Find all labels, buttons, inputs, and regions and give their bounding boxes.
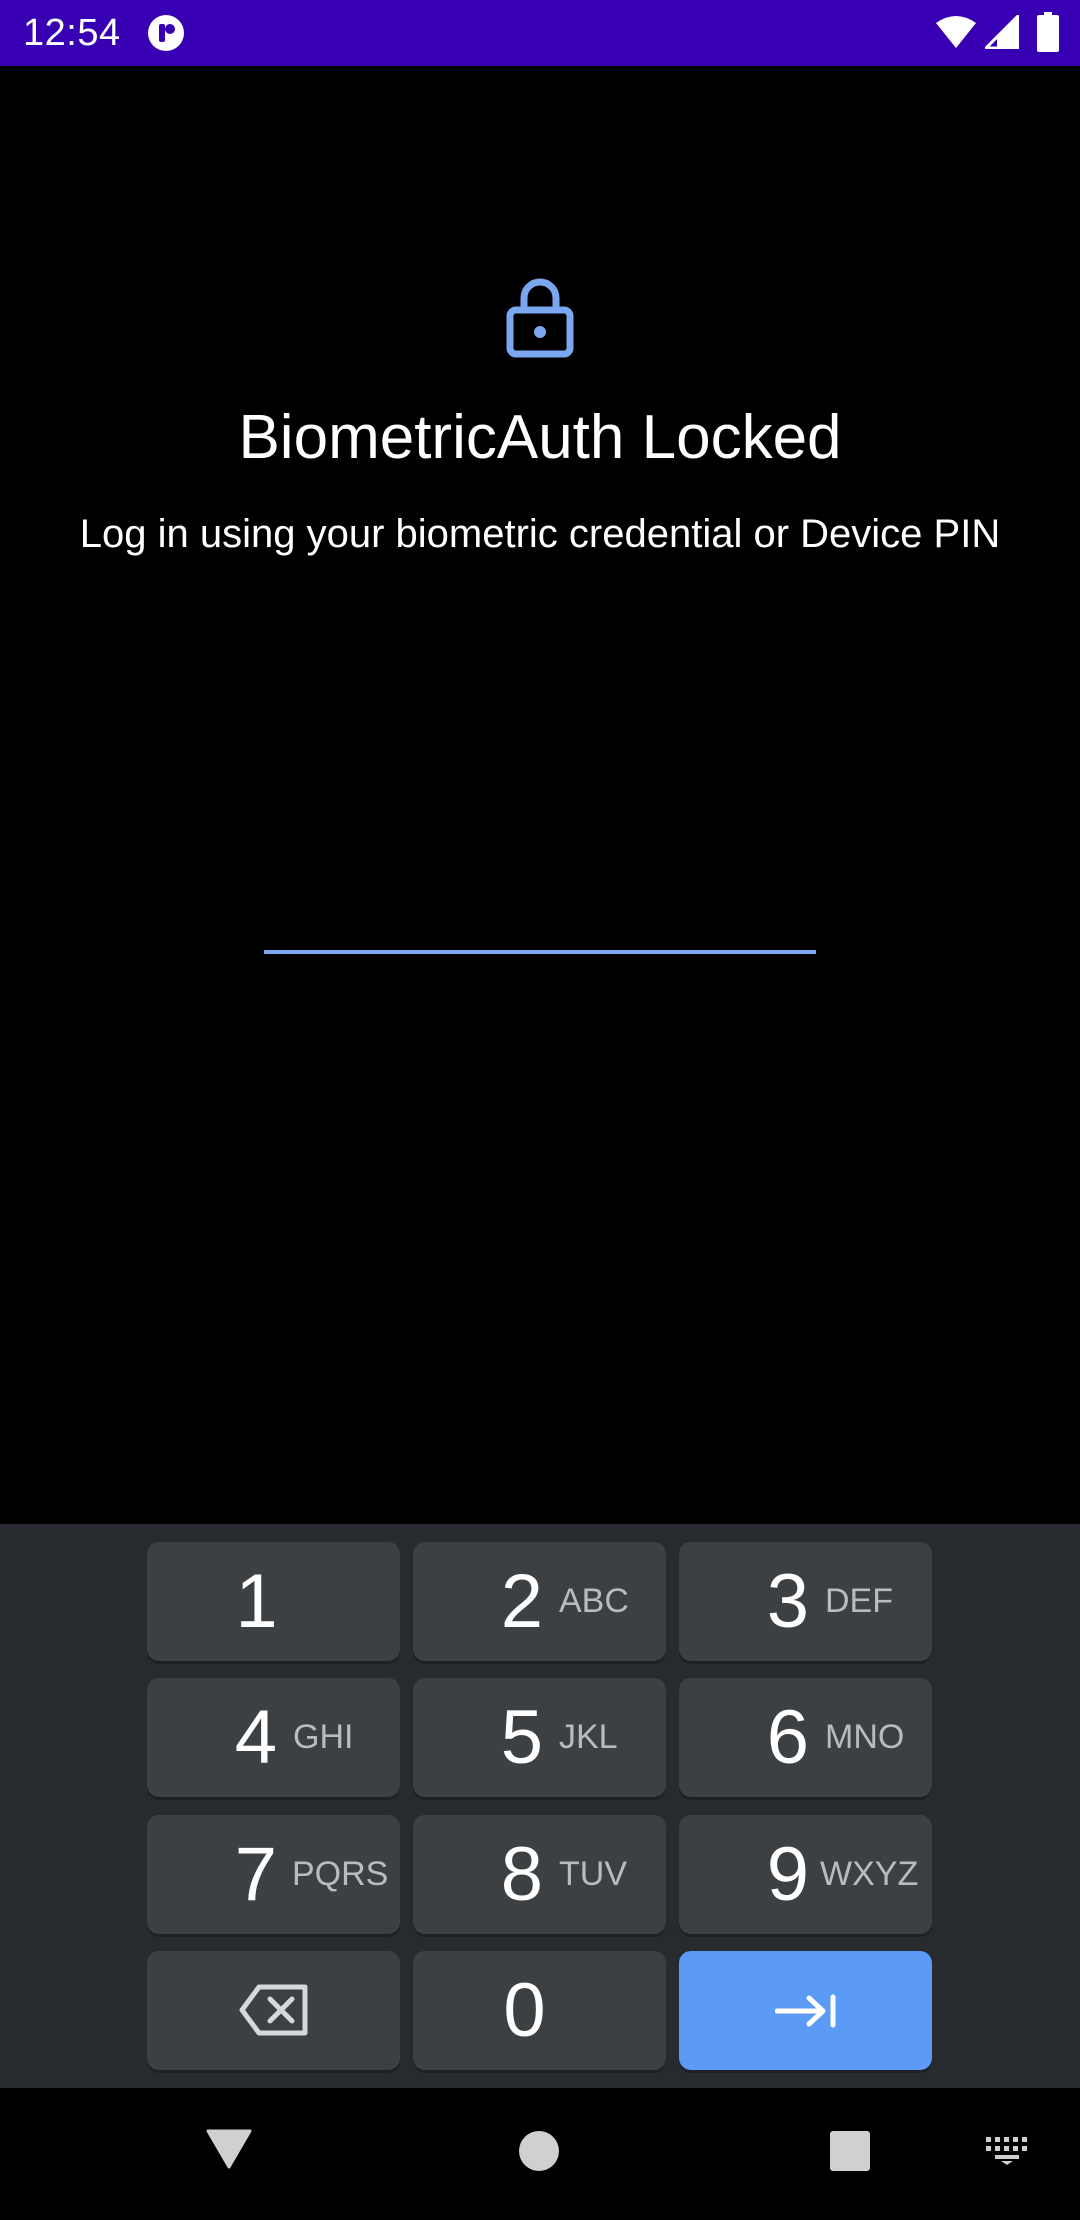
recents-square-icon[interactable] — [829, 2131, 871, 2171]
page-title: BiometricAuth Locked — [238, 403, 842, 472]
key-2[interactable]: 2 ABC — [413, 1542, 666, 1661]
key-0[interactable]: 0 — [413, 1951, 666, 2070]
key-4[interactable]: 4 GHI — [147, 1678, 400, 1797]
key-letters: PQRS — [292, 1855, 389, 1893]
keyboard-icon[interactable] — [985, 2136, 1029, 2166]
battery-icon — [1037, 12, 1059, 52]
key-1[interactable]: 1 — [147, 1542, 400, 1661]
key-5[interactable]: 5 JKL — [413, 1678, 666, 1797]
key-8[interactable]: 8 TUV — [413, 1815, 666, 1934]
navigation-bar — [0, 2088, 1080, 2220]
key-letters: TUV — [559, 1855, 627, 1893]
back-triangle-icon[interactable] — [206, 2128, 252, 2170]
key-digit: 1 — [235, 1559, 278, 1644]
key-3[interactable]: 3 DEF — [679, 1542, 932, 1661]
backspace-key[interactable] — [147, 1951, 400, 2070]
key-letters: JKL — [559, 1718, 618, 1756]
key-digit: 9 — [766, 1832, 809, 1917]
numeric-keypad: 1 2 ABC 3 DEF 4 GHI 5 JKL 6 MNO 7 PQRS 8… — [0, 1524, 1080, 2088]
key-letters: WXYZ — [820, 1855, 919, 1893]
key-digit: 5 — [500, 1695, 543, 1780]
biometric-lock-screen: 12:54 BiometricAuth Locked Log in using … — [0, 0, 1080, 2220]
pin-input[interactable] — [264, 880, 816, 954]
key-letters: GHI — [293, 1718, 354, 1756]
key-9[interactable]: 9 WXYZ — [679, 1815, 932, 1934]
page-subtitle: Log in using your biometric credential o… — [79, 512, 1001, 556]
key-digit: 0 — [503, 1968, 546, 2053]
status-time: 12:54 — [23, 12, 121, 54]
app-notification-icon — [148, 15, 184, 51]
enter-key[interactable] — [679, 1951, 932, 2070]
key-digit: 3 — [766, 1559, 809, 1644]
key-letters: ABC — [559, 1582, 629, 1620]
key-digit: 8 — [500, 1832, 543, 1917]
key-digit: 4 — [234, 1695, 277, 1780]
key-6[interactable]: 6 MNO — [679, 1678, 932, 1797]
key-digit: 2 — [500, 1559, 543, 1644]
backspace-icon — [239, 1984, 308, 2036]
key-7[interactable]: 7 PQRS — [147, 1815, 400, 1934]
wifi-icon — [936, 16, 976, 48]
signal-icon — [985, 15, 1019, 49]
status-bar: 12:54 — [0, 0, 1080, 66]
key-digit: 6 — [766, 1695, 809, 1780]
key-digit: 7 — [234, 1832, 277, 1917]
lock-icon — [506, 278, 574, 358]
home-circle-icon[interactable] — [518, 2130, 560, 2172]
tab-next-icon — [775, 1994, 836, 2028]
key-letters: DEF — [825, 1582, 893, 1620]
key-letters: MNO — [825, 1718, 905, 1756]
